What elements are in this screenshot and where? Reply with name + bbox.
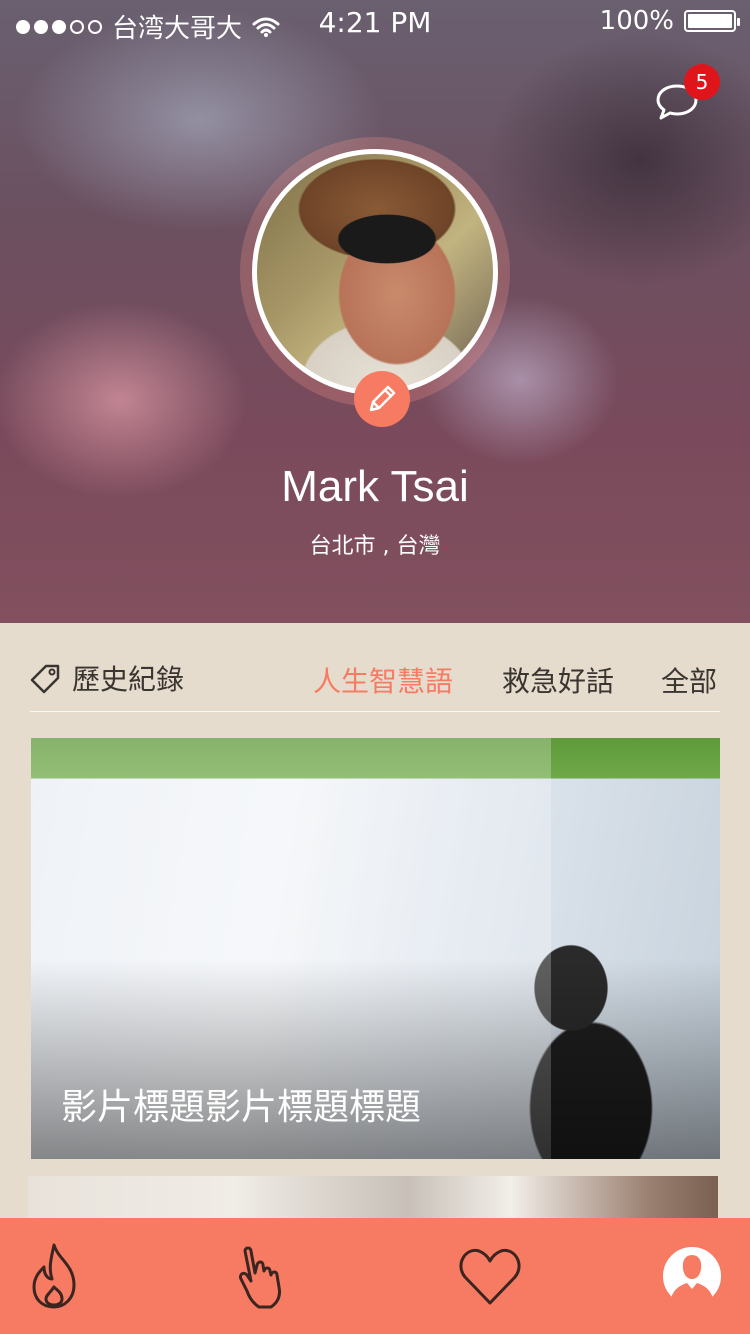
tab-emergency-phrases[interactable]: 救急好話 xyxy=(502,660,614,700)
battery-status: 100% xyxy=(599,6,740,36)
battery-icon xyxy=(684,10,740,32)
nav-favorites[interactable] xyxy=(452,1238,528,1314)
nav-touch[interactable] xyxy=(224,1238,300,1314)
tag-icon xyxy=(30,664,60,694)
hand-pointer-icon xyxy=(239,1246,281,1309)
edit-profile-button[interactable] xyxy=(354,371,410,427)
profile-header: 台湾大哥大 4:21 PM 100% 5 Mark Tsai 台北市 , 台灣 xyxy=(0,0,750,623)
tab-history[interactable]: 歷史紀錄 xyxy=(28,658,184,698)
profile-location: 台北市 , 台灣 xyxy=(309,534,441,559)
profile-name: Mark Tsai xyxy=(281,462,469,511)
tab-life-wisdom[interactable]: 人生智慧語 xyxy=(313,660,453,700)
pencil-icon xyxy=(369,385,396,412)
category-tabs: 歷史紀錄 人生智慧語 救急好話 全部 xyxy=(28,652,720,712)
heart-icon xyxy=(459,1248,521,1305)
video-card[interactable]: 影片標題影片標題標題 xyxy=(31,738,720,1159)
video-title: 影片標題影片標題標題 xyxy=(61,1087,422,1128)
tab-history-label: 歷史紀錄 xyxy=(72,663,185,696)
nav-hot[interactable] xyxy=(16,1238,92,1314)
notification-badge: 5 xyxy=(684,64,720,100)
profile-icon xyxy=(661,1245,723,1307)
tab-all[interactable]: 全部 xyxy=(661,660,717,700)
avatar[interactable] xyxy=(252,149,498,395)
bottom-nav xyxy=(0,1218,750,1334)
nav-profile[interactable] xyxy=(654,1238,730,1314)
battery-percent: 100% xyxy=(599,6,674,36)
status-bar: 台湾大哥大 4:21 PM 100% xyxy=(0,0,750,44)
tabs-divider xyxy=(30,711,720,712)
fire-icon xyxy=(32,1243,76,1309)
